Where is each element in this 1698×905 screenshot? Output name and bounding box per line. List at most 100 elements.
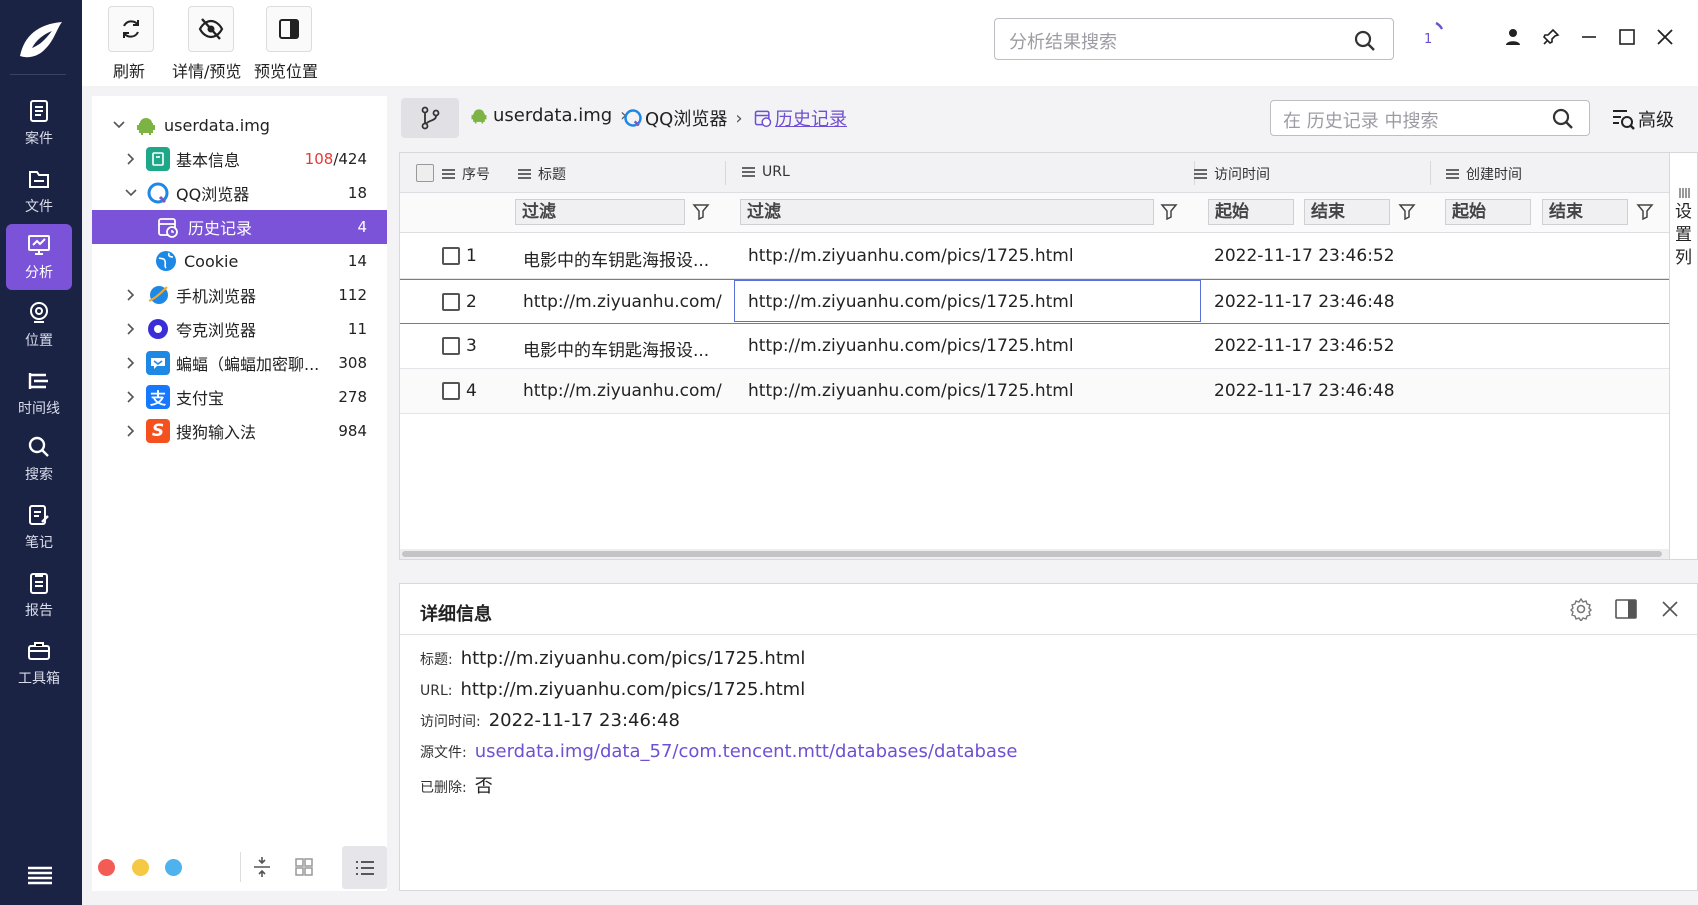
breadcrumb-item-history[interactable]: 历史记录: [753, 105, 847, 131]
column-header-visit-time[interactable]: 访问时间: [1194, 164, 1270, 184]
search-icon: [28, 436, 49, 457]
filter-icon[interactable]: [692, 202, 710, 220]
close-icon[interactable]: [1654, 26, 1676, 48]
columns-icon: [1679, 188, 1690, 198]
nav-item-label: 工具箱: [18, 671, 60, 687]
qq-browser-icon: [147, 182, 169, 204]
chevron-down-icon: [113, 121, 125, 129]
search-icon[interactable]: [1551, 107, 1575, 131]
tree-item-sogou-input[interactable]: S 搜狗输入法 984: [92, 414, 387, 448]
tree-item-root[interactable]: userdata.img: [92, 108, 387, 142]
tree-item-history[interactable]: 历史记录 4: [92, 210, 387, 244]
breadcrumb-item-qq-browser[interactable]: QQ浏览器 ›: [623, 105, 743, 131]
nav-item-case[interactable]: 案件: [6, 90, 72, 156]
case-icon: [30, 100, 48, 122]
expand-dot[interactable]: [165, 859, 182, 876]
panel-right-icon: [279, 19, 299, 39]
nav-item-analysis[interactable]: 分析: [6, 224, 72, 290]
nav-item-toolbox[interactable]: 工具箱: [6, 630, 72, 696]
nav-item-timeline[interactable]: 时间线: [6, 360, 72, 426]
advanced-search-button[interactable]: 高级: [1610, 104, 1674, 134]
tree-item-count: 308: [338, 354, 367, 372]
visit-end-input[interactable]: 结束: [1304, 199, 1390, 225]
tree-item-alipay[interactable]: 支 支付宝 278: [92, 380, 387, 414]
cell-url: http://m.ziyuanhu.com/pics/1725.html: [748, 336, 1074, 356]
table-row[interactable]: 4 http://m.ziyuanhu.com/... http://m.ziy…: [400, 369, 1669, 414]
history-table: 序号 标题 URL 访问时间 创建时间 过滤 过滤 起始 结束 起始 结束 1 …: [399, 152, 1670, 560]
tree-item-basic-info[interactable]: 基本信息 108/424: [92, 142, 387, 176]
pin-icon[interactable]: [1540, 26, 1562, 48]
breadcrumb-item-root[interactable]: userdata.img ›: [469, 105, 627, 126]
column-header-url[interactable]: URL: [742, 164, 790, 180]
list-view-button[interactable]: [342, 846, 387, 889]
table-header: 序号 标题 URL 访问时间 创建时间: [400, 153, 1669, 193]
refresh-label: 刷新: [113, 62, 146, 81]
gear-icon[interactable]: [1569, 597, 1593, 621]
tree-item-quark-browser[interactable]: 夸克浏览器 11: [92, 312, 387, 346]
row-checkbox[interactable]: [442, 293, 460, 311]
filter-icon[interactable]: [1398, 202, 1416, 220]
branch-button[interactable]: [401, 98, 459, 138]
minimize-icon[interactable]: [1578, 26, 1600, 48]
column-header-title[interactable]: 标题: [518, 164, 566, 184]
tree-item-bat-messenger[interactable]: 蝙蝠（蝙蝠加密聊... 308: [92, 346, 387, 380]
logo-icon: [20, 22, 62, 58]
row-checkbox[interactable]: [442, 382, 460, 400]
source-file-link[interactable]: userdata.img/data_57/com.tencent.mtt/dat…: [475, 741, 1018, 762]
nav-item-files[interactable]: 文件: [6, 158, 72, 224]
nav-item-location[interactable]: 位置: [6, 292, 72, 358]
detail-field-url: URL: http://m.ziyuanhu.com/pics/1725.html: [420, 679, 806, 700]
title-filter-input[interactable]: 过滤: [515, 199, 685, 225]
table-row[interactable]: 1 电影中的车钥匙海报设... http://m.ziyuanhu.com/pi…: [400, 234, 1669, 279]
tree-item-cookie[interactable]: Cookie 14: [92, 244, 387, 278]
select-all-checkbox[interactable]: [416, 164, 434, 182]
refresh-button[interactable]: [108, 6, 154, 52]
close-icon[interactable]: [1660, 599, 1680, 619]
table-row[interactable]: 2 http://m.ziyuanhu.com/... http://m.ziy…: [400, 279, 1669, 324]
horizontal-scrollbar[interactable]: [400, 549, 1669, 559]
filter-icon[interactable]: [1160, 202, 1178, 220]
cell-url: http://m.ziyuanhu.com/pics/1725.html: [748, 381, 1074, 401]
tree-item-qq-browser[interactable]: QQ浏览器 18: [92, 176, 387, 210]
search-icon[interactable]: [1353, 29, 1377, 53]
nav-item-label: 位置: [25, 333, 53, 349]
column-header-create-time[interactable]: 创建时间: [1446, 164, 1522, 184]
grid-view-icon[interactable]: [294, 857, 314, 877]
maximize-icon[interactable]: [1616, 26, 1638, 48]
chevron-right-icon: [127, 391, 135, 403]
close-dot[interactable]: [98, 859, 115, 876]
chevron-right-icon: [127, 357, 135, 369]
minimize-dot[interactable]: [132, 859, 149, 876]
filter-icon[interactable]: [1636, 202, 1654, 220]
nav-item-label: 笔记: [25, 535, 53, 551]
panel-right-icon[interactable]: [1614, 597, 1638, 621]
row-checkbox[interactable]: [442, 337, 460, 355]
create-start-input[interactable]: 起始: [1445, 199, 1531, 225]
cell-title: http://m.ziyuanhu.com/...: [523, 292, 723, 312]
quark-icon: [148, 319, 168, 339]
cell-title: http://m.ziyuanhu.com/...: [523, 381, 723, 401]
analysis-icon: [28, 235, 50, 255]
nav-item-notes[interactable]: 笔记: [6, 494, 72, 560]
visit-start-input[interactable]: 起始: [1208, 199, 1294, 225]
create-end-input[interactable]: 结束: [1542, 199, 1628, 225]
chevron-right-icon: [127, 323, 135, 335]
column-header-seq[interactable]: 序号: [442, 164, 490, 184]
task-progress-indicator[interactable]: 1: [1412, 20, 1446, 50]
table-row[interactable]: 3 电影中的车钥匙海报设... http://m.ziyuanhu.com/pi…: [400, 324, 1669, 369]
tree-item-mobile-browser[interactable]: 手机浏览器 112: [92, 278, 387, 312]
evidence-tree: userdata.img 基本信息 108/424 QQ浏览器 18 历史记录 …: [92, 96, 387, 891]
preview-position-button[interactable]: [266, 6, 312, 52]
nav-item-search[interactable]: 搜索: [6, 426, 72, 492]
user-icon[interactable]: [1502, 26, 1524, 48]
nav-item-report[interactable]: 报告: [6, 562, 72, 628]
collapse-all-icon[interactable]: [252, 856, 272, 878]
row-checkbox[interactable]: [442, 247, 460, 265]
column-settings-tab[interactable]: 设置列: [1670, 152, 1698, 560]
table-search-input[interactable]: 在 历史记录 中搜索: [1270, 100, 1590, 136]
menu-icon[interactable]: [24, 864, 56, 888]
qq-browser-icon: [624, 109, 642, 127]
url-filter-input[interactable]: 过滤: [740, 199, 1154, 225]
analysis-search-input[interactable]: 分析结果搜索: [994, 18, 1394, 60]
details-preview-button[interactable]: [188, 6, 234, 52]
